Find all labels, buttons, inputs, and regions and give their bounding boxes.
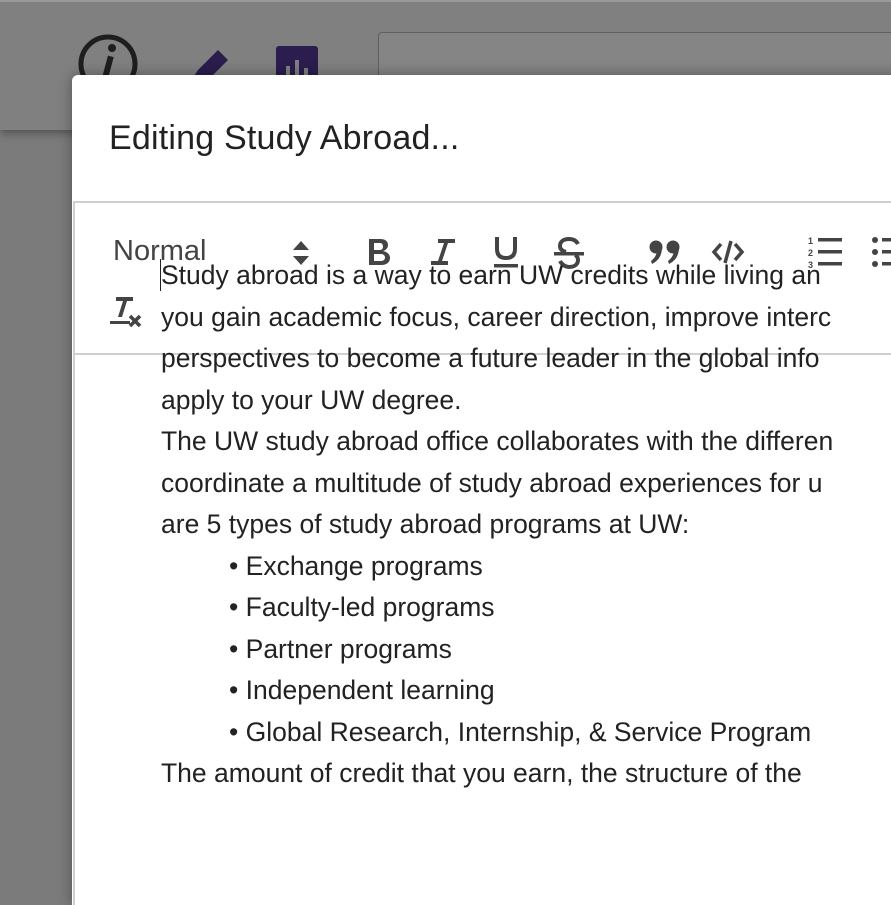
text-line: coordinate a multitude of study abroad e… — [161, 467, 823, 498]
list-item: Global Research, Internship, & Service P… — [229, 712, 891, 754]
clear-formatting-icon — [110, 297, 142, 328]
paragraph-3: The amount of credit that you earn, the … — [161, 753, 891, 795]
list-item: Exchange programs — [229, 546, 891, 588]
text-line: are 5 types of study abroad programs at … — [161, 509, 690, 539]
clear-formatting-button[interactable] — [109, 295, 145, 329]
list-item: Faculty-led programs — [229, 587, 891, 629]
text-line: you gain academic focus, career directio… — [161, 301, 832, 332]
edit-modal: Editing Study Abroad... Normal 1 2 3 Stu… — [72, 75, 891, 905]
paragraph-1: Study abroad is a way to earn UW credits… — [161, 255, 891, 421]
list-item: Partner programs — [229, 629, 891, 671]
text-line: apply to your UW degree. — [161, 384, 462, 415]
text-line: perspectives to become a future leader i… — [161, 343, 820, 373]
text-line: The UW study abroad office collaborates … — [161, 426, 834, 456]
text-line: Study abroad is a way to earn UW credits… — [161, 260, 821, 290]
svg-text:1: 1 — [808, 236, 813, 246]
list-item: Independent learning — [229, 670, 891, 712]
program-types-list: Exchange programs Faculty-led programs P… — [161, 546, 891, 754]
paragraph-2: The UW study abroad office collaborates … — [161, 421, 891, 546]
text-line: The amount of credit that you earn, the … — [161, 758, 802, 788]
modal-title: Editing Study Abroad... — [109, 119, 460, 157]
editor-content[interactable]: Study abroad is a way to earn UW credits… — [161, 255, 891, 795]
